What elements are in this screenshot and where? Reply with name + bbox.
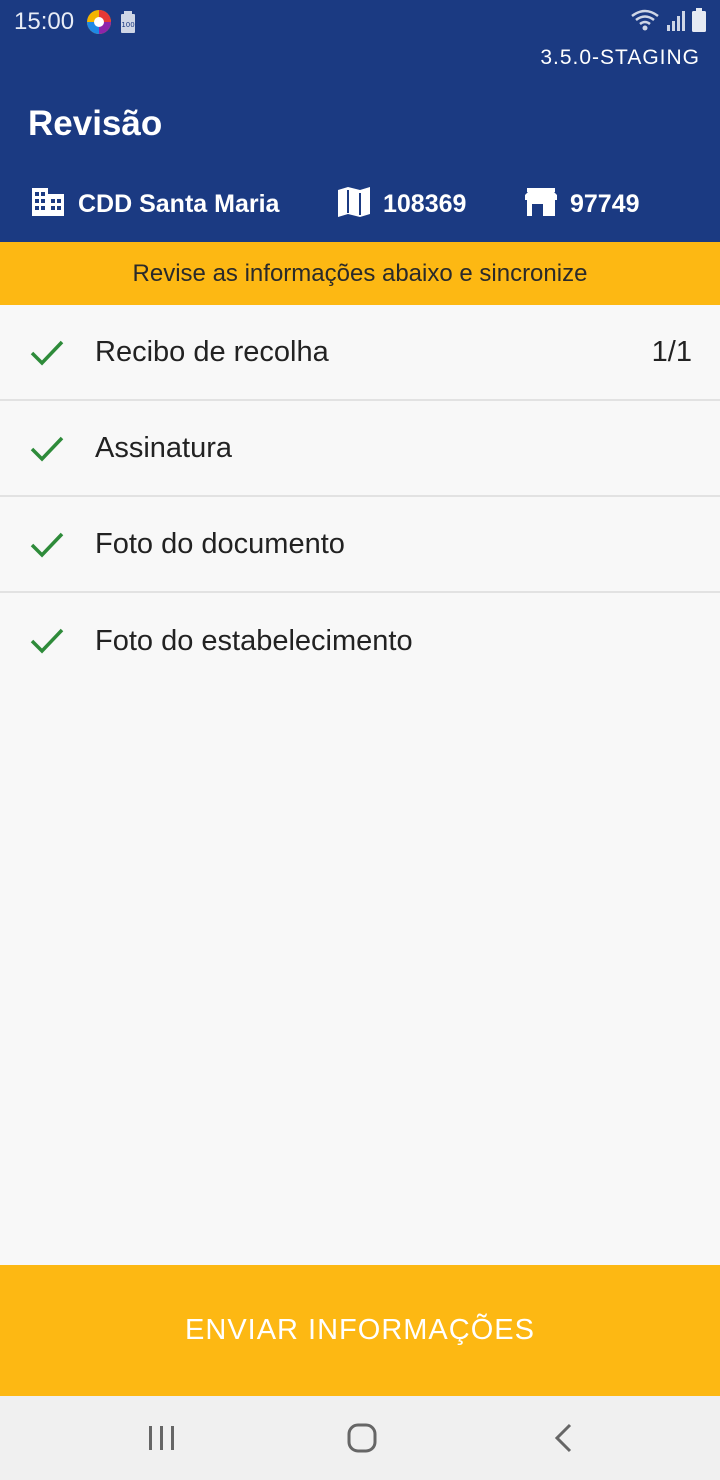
wifi-icon (630, 8, 660, 37)
review-item-assinatura[interactable]: Assinatura (0, 401, 720, 497)
review-item-recibo[interactable]: Recibo de recolha 1/1 (0, 305, 720, 401)
check-icon (30, 531, 64, 559)
sync-notice: Revise as informações abaixo e sincroniz… (0, 242, 720, 305)
review-item-foto-documento[interactable]: Foto do documento (0, 497, 720, 593)
send-information-button[interactable]: ENVIAR INFORMAÇÕES (0, 1265, 720, 1396)
store-icon (524, 187, 558, 222)
map-icon (337, 186, 371, 223)
status-bar: 15:00 100 (0, 0, 720, 44)
home-icon[interactable] (342, 1420, 382, 1456)
status-time: 15:00 (14, 8, 75, 35)
back-icon[interactable] (544, 1420, 584, 1456)
system-nav-bar (0, 1396, 720, 1480)
app-header: 15:00 100 3.5.0-STAGING Revisão CDD Sant… (0, 0, 720, 242)
status-right-icons (630, 8, 706, 37)
review-list: Recibo de recolha 1/1 Assinatura Foto do… (0, 305, 720, 689)
check-icon (30, 435, 64, 463)
location-info: CDD Santa Maria (30, 184, 279, 224)
store-value: 97749 (570, 189, 640, 218)
store-info: 97749 (524, 184, 640, 224)
battery-icon (692, 8, 706, 37)
review-item-label: Assinatura (95, 431, 233, 464)
check-icon (30, 627, 64, 655)
svg-text:100: 100 (121, 21, 134, 29)
location-label: CDD Santa Maria (78, 189, 280, 218)
review-item-foto-estabelecimento[interactable]: Foto do estabelecimento (0, 593, 720, 689)
check-icon (30, 339, 64, 367)
page-title: Revisão (28, 104, 163, 143)
app-icon (86, 9, 112, 35)
battery-saver-icon: 100 (120, 11, 136, 33)
signal-icon (666, 9, 686, 36)
building-icon (30, 186, 66, 223)
info-bar: CDD Santa Maria 108369 97749 (0, 184, 720, 224)
review-item-label: Foto do documento (95, 527, 345, 560)
review-screen: 15:00 100 3.5.0-STAGING Revisão CDD Sant… (0, 0, 720, 1480)
map-info: 108369 (337, 184, 466, 224)
review-item-count: 1/1 (651, 335, 692, 368)
map-value: 108369 (383, 189, 467, 218)
recents-icon[interactable] (142, 1420, 182, 1456)
app-version: 3.5.0-STAGING (540, 46, 700, 69)
review-item-label: Foto do estabelecimento (95, 624, 413, 657)
review-item-label: Recibo de recolha (95, 335, 329, 368)
